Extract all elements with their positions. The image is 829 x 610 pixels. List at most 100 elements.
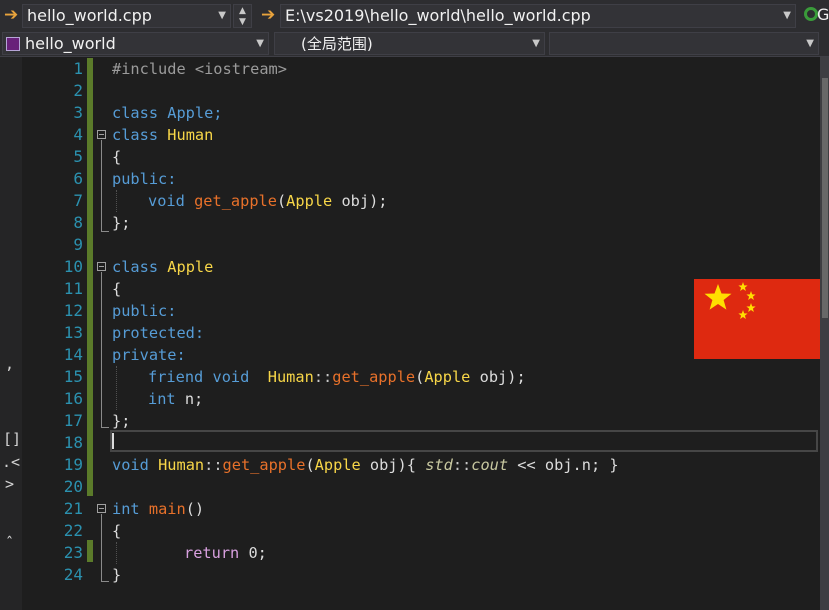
change-marker (87, 58, 93, 496)
file-combo[interactable]: hello_world.cpp ▼ (22, 4, 231, 28)
refresh-icon[interactable] (804, 7, 818, 21)
line-number: 21 (63, 499, 83, 518)
collapse-icon[interactable] (97, 262, 106, 271)
project-icon (6, 37, 20, 51)
code-token: main (148, 500, 186, 518)
code-token: return (184, 544, 240, 562)
code-token: :: (313, 368, 333, 386)
collapse-icon[interactable] (97, 504, 106, 513)
line-number: 18 (63, 433, 83, 452)
code-line: void Human::get_apple(Apple obj){ std::c… (112, 454, 619, 476)
line-number: 6 (73, 169, 83, 188)
line-number: 2 (73, 81, 83, 100)
code-line: }; (112, 412, 131, 430)
code-line: { (112, 522, 122, 540)
code-token: << obj.n; } (508, 456, 619, 474)
chevron-down-icon: ▼ (532, 38, 540, 49)
code-token: class (112, 258, 159, 276)
file-combo-label: hello_world.cpp (27, 6, 152, 25)
star-icon (704, 282, 756, 319)
code-line: }; (112, 214, 131, 232)
indent-guide (116, 366, 117, 410)
code-token: friend (148, 368, 204, 386)
line-number: 3 (73, 103, 83, 122)
outline-bracket (101, 514, 102, 582)
toolbar-cut-label: G (817, 5, 829, 24)
arrow-right-icon: ➔ (261, 5, 276, 25)
line-number: 17 (63, 411, 83, 430)
chevron-down-icon: ▼ (256, 38, 264, 49)
line-number: 24 (63, 565, 83, 584)
code-line: class Human (112, 124, 213, 146)
code-line: class Apple (112, 256, 213, 278)
document-toolbar: ➔ hello_world.cpp ▼ ▲ ▼ ➔ E:\vs2019\hell… (0, 0, 829, 31)
arrow-right-icon: ➔ (4, 5, 19, 25)
line-number: 22 (63, 521, 83, 540)
code-token: Apple (424, 368, 471, 386)
code-token: obj); (470, 368, 526, 386)
code-token: void (212, 368, 250, 386)
code-token: n; (175, 390, 204, 408)
collapse-icon[interactable] (97, 130, 106, 139)
member-combo[interactable]: ▼ (549, 32, 819, 55)
path-combo[interactable]: E:\vs2019\hello_world\hello_world.cpp ▼ (280, 4, 796, 28)
path-combo-label: E:\vs2019\hello_world\hello_world.cpp (285, 6, 591, 25)
line-number: 13 (63, 323, 83, 342)
code-token: void (148, 192, 185, 210)
line-number: 11 (63, 279, 83, 298)
code-token: () (185, 500, 205, 518)
line-number: 15 (63, 367, 83, 386)
indent-guide (116, 542, 117, 564)
code-token: Apple (314, 456, 361, 474)
line-number: 9 (73, 235, 83, 254)
navigation-bar: hello_world ▼ (全局范围) ▼ ▼ (0, 31, 829, 57)
line-number: 12 (63, 301, 83, 320)
code-token: cout (471, 456, 509, 474)
chevron-down-icon: ▼ (806, 38, 814, 49)
code-token: 0; (239, 544, 267, 562)
code-token: Apple (286, 192, 333, 210)
code-token: :: (452, 456, 472, 474)
project-combo[interactable]: hello_world ▼ (2, 32, 269, 55)
code-token: :: (204, 456, 223, 474)
line-number: 23 (63, 543, 83, 562)
code-token: ( (276, 192, 287, 210)
code-token: Apple (167, 258, 214, 276)
code-line: public: (112, 170, 177, 188)
code-token: ( (305, 456, 315, 474)
code-line: { (112, 148, 122, 166)
code-token: obj); (332, 192, 388, 210)
code-token: int (148, 390, 176, 408)
outline-bracket-end (101, 427, 109, 428)
code-token: std (425, 456, 453, 474)
code-token: class Apple; (112, 104, 223, 122)
code-token: Human (167, 126, 214, 144)
indent-guide (116, 190, 117, 212)
code-token: Human (267, 368, 314, 386)
line-number: 14 (63, 345, 83, 364)
line-number: 4 (73, 125, 83, 144)
code-line: class Apple; (112, 102, 223, 124)
code-line: public: (112, 302, 177, 320)
change-marker (87, 540, 93, 562)
scope-combo[interactable]: (全局范围) ▼ (274, 32, 545, 55)
chevron-down-icon: ▼ (218, 10, 226, 21)
code-token: void (112, 456, 149, 474)
split-spinner[interactable]: ▲ ▼ (233, 4, 252, 28)
code-line: } (112, 566, 122, 584)
code-line: private: (112, 346, 186, 364)
line-number: 10 (63, 257, 83, 276)
outline-bracket (101, 272, 102, 428)
code-line: { (112, 280, 122, 298)
line-number: 16 (63, 389, 83, 408)
scrollbar-thumb[interactable] (822, 78, 828, 318)
chevron-down-icon: ▼ (239, 17, 246, 27)
outline-bracket (101, 140, 102, 232)
left-panel-char: [] (3, 430, 22, 448)
code-token: get_apple (194, 192, 277, 210)
line-number: 5 (73, 147, 83, 166)
code-token: class (112, 126, 159, 144)
left-panel: , [] .< > ˆ (0, 57, 22, 610)
scope-combo-label: (全局范围) (301, 35, 373, 53)
left-panel-char: .< (2, 453, 21, 471)
